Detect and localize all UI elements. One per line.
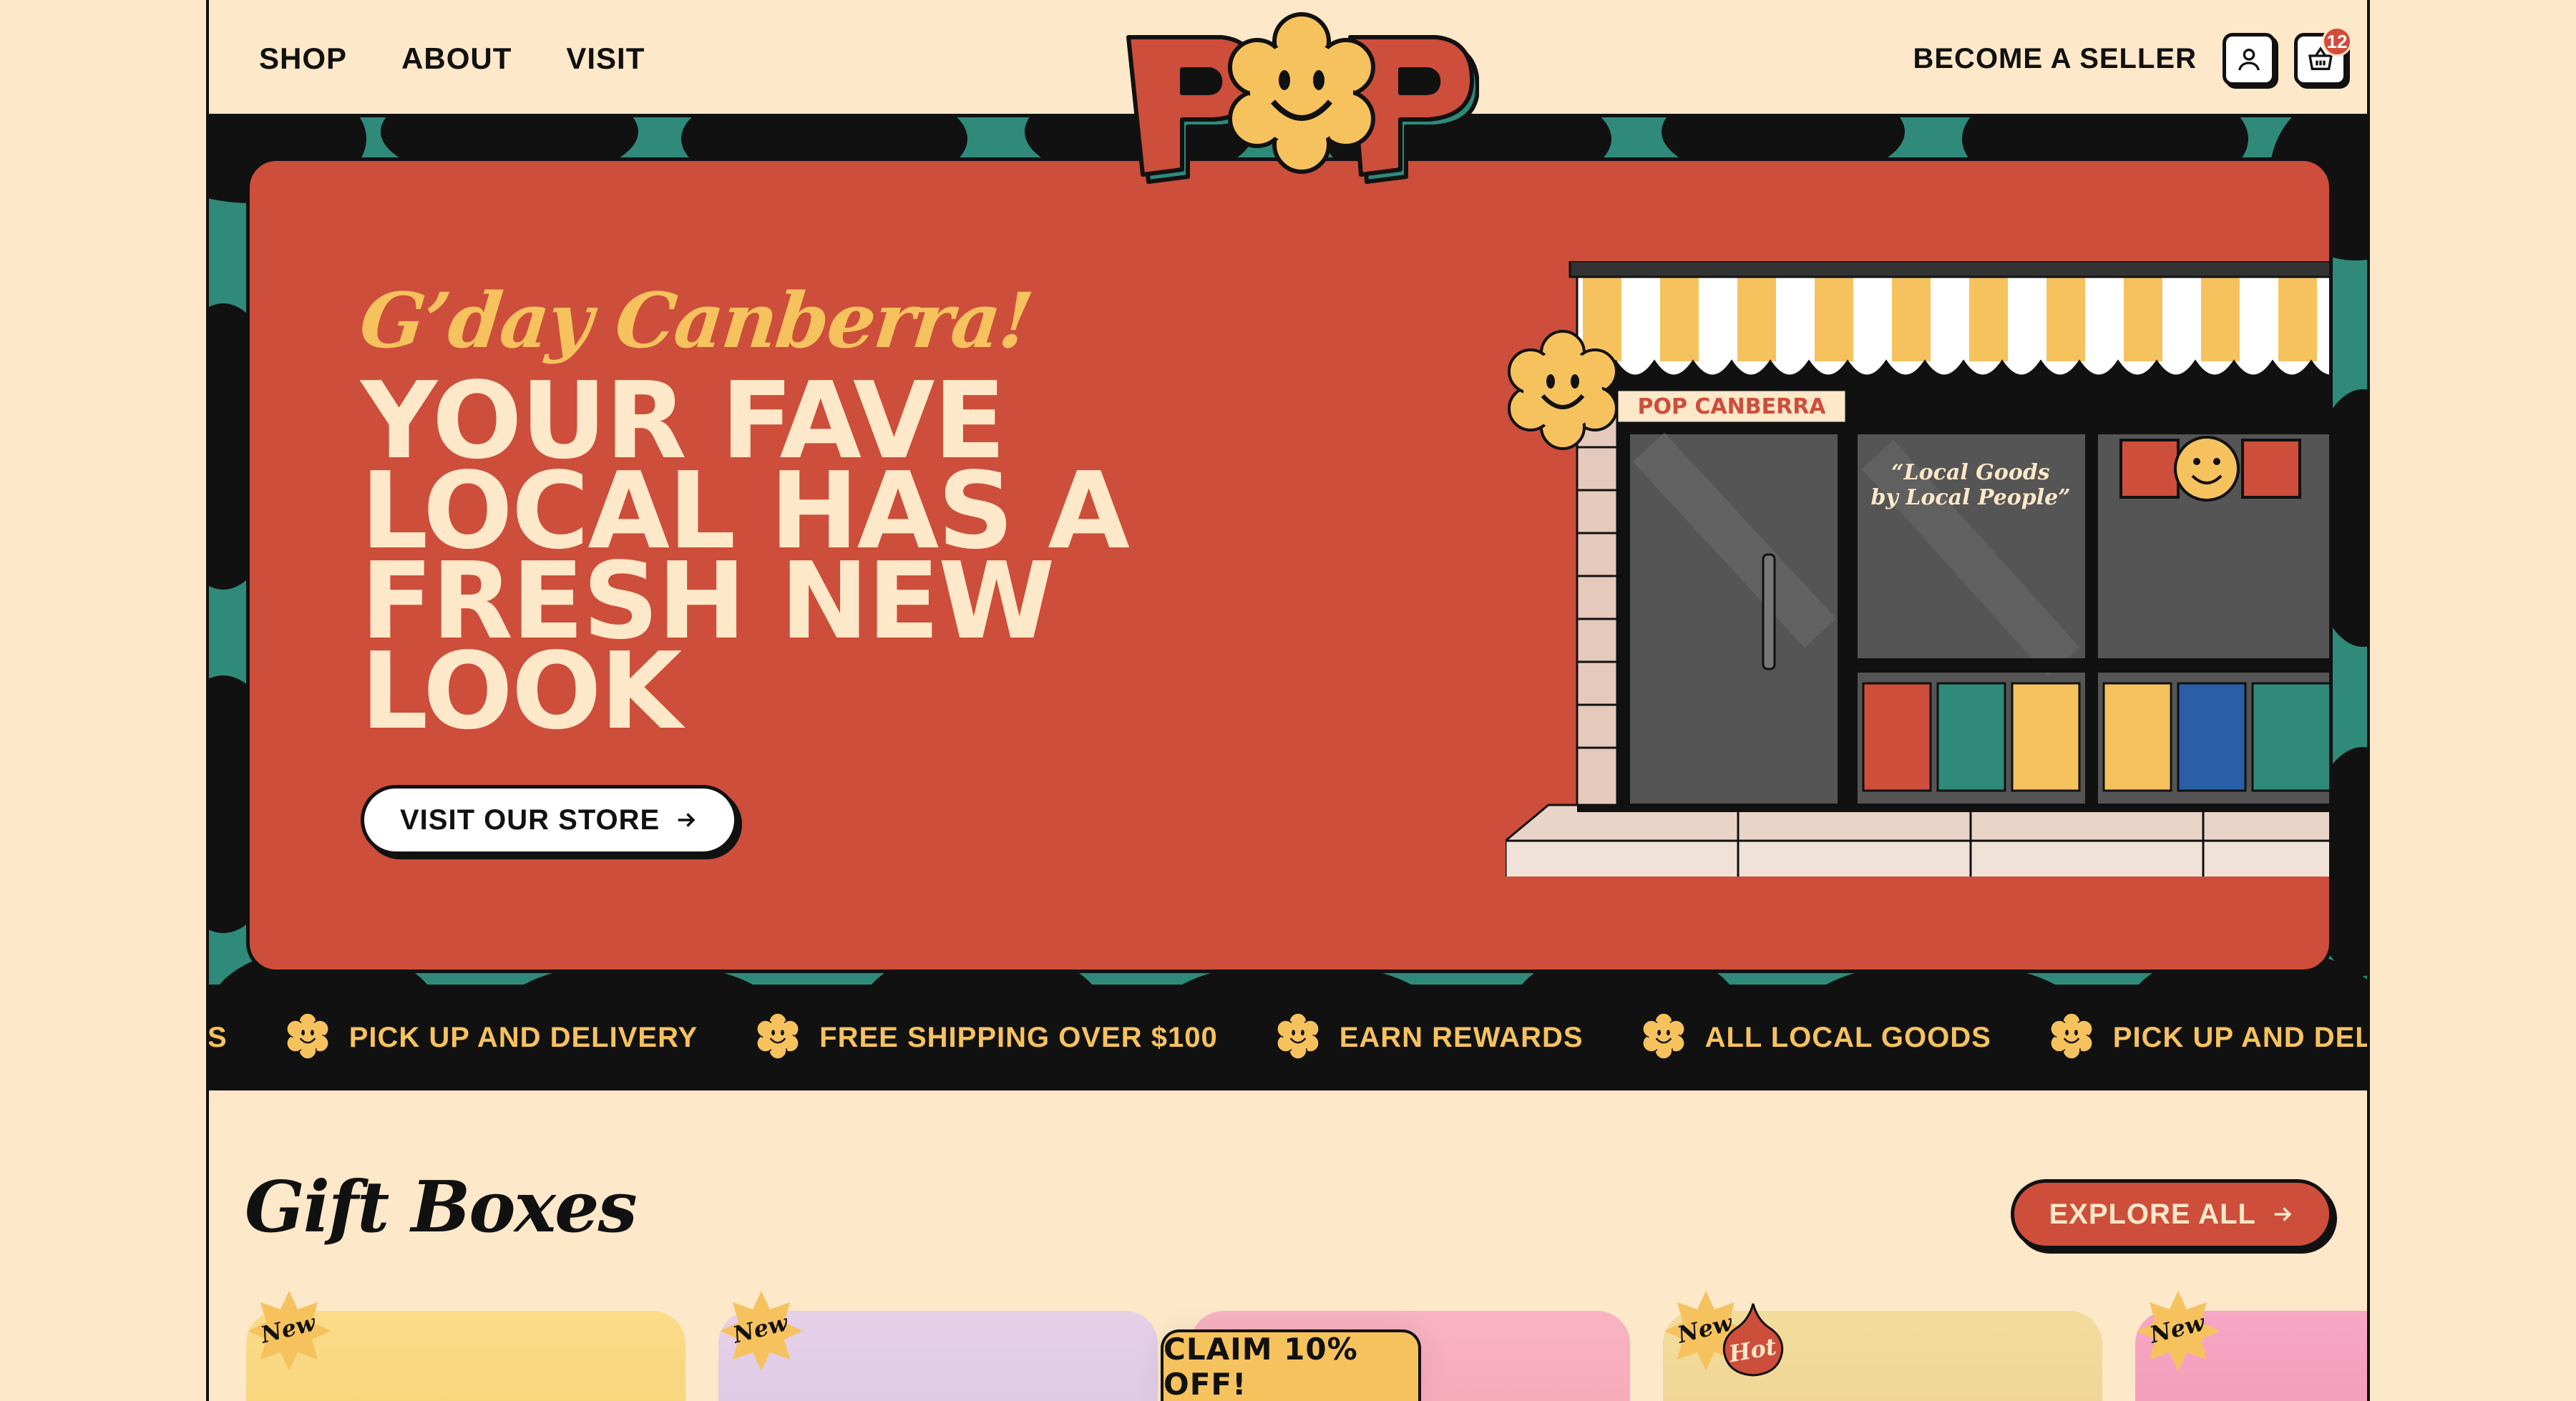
become-seller-link[interactable]: BECOME A SELLER [1913, 43, 2197, 75]
hero-card: G’day Canberra! YOUR FAVE LOCAL HAS A FR… [246, 157, 2333, 973]
smiley-icon [755, 1012, 801, 1063]
explore-all-label: EXPLORE ALL [2049, 1198, 2256, 1230]
window-logo [2119, 436, 2301, 502]
arrow-right-icon [2274, 1207, 2292, 1221]
claim-discount-button[interactable]: CLAIM 10% OFF! [1161, 1329, 1421, 1401]
account-button[interactable] [2223, 33, 2275, 86]
page-frame: SHOP ABOUT VISIT BECOME A SELLER 12 G’da… [206, 0, 2370, 1401]
new-badge: New [2135, 1288, 2221, 1374]
pop-logo[interactable] [1114, 9, 1479, 187]
main-nav: SHOP ABOUT VISIT [259, 42, 645, 76]
smiley-icon [1641, 1012, 1687, 1063]
store-sign: POP CANBERRA [1637, 394, 1826, 419]
ticker-item: PICK UP AND DELIVER [2049, 1012, 2370, 1063]
ticker-item: FREE SHIPPING OVER $100 [755, 1012, 1275, 1063]
ticker-item: EARN REWARDS [1275, 1012, 1641, 1063]
arrow-right-icon [678, 813, 696, 827]
hero-headline: YOUR FAVE LOCAL HAS A FRESH NEW LOOK [361, 368, 1291, 744]
cart-count-badge: 12 [2322, 26, 2352, 57]
ticker-track: ODS PICK UP AND DELIVERY FREE SHIPPING OVE… [208, 1012, 2370, 1063]
ticker-text: PICK UP AND DELIVER [2112, 1022, 2370, 1053]
smiley-icon [1275, 1012, 1321, 1063]
window-quote-2: by Local People” [1870, 485, 2070, 510]
hot-badge: Hot [1722, 1303, 1784, 1377]
window-quote-1: “Local Goods [1891, 460, 2050, 485]
smiley-icon [2049, 1012, 2094, 1063]
ticker-text: FREE SHIPPING OVER $100 [819, 1022, 1218, 1053]
hero-band: G’day Canberra! YOUR FAVE LOCAL HAS A FR… [209, 117, 2367, 1090]
visit-store-label: VISIT OUR STORE [400, 804, 660, 836]
ticker-text: ALL LOCAL GOODS [1704, 1022, 1991, 1053]
user-icon [2238, 49, 2260, 71]
ticker-item: ODS [208, 1022, 285, 1054]
ticker-item: ALL LOCAL GOODS [1641, 1012, 2049, 1063]
new-badge: New [718, 1288, 804, 1374]
nav-visit[interactable]: VISIT [566, 42, 645, 76]
visit-store-button[interactable]: VISIT OUR STORE [361, 785, 738, 855]
cart-button[interactable]: 12 [2294, 26, 2352, 86]
nav-shop[interactable]: SHOP [259, 42, 347, 76]
hero-greeting: G’day Canberra! [356, 275, 1036, 365]
ticker-text: EARN REWARDS [1339, 1022, 1584, 1053]
marquee-ticker: ODS PICK UP AND DELIVERY FREE SHIPPING OVE… [209, 985, 2367, 1090]
section-title: Gift Boxes [245, 1166, 638, 1249]
storefront-illustration: POP CANBERRA “Local Goods by Local Peopl… [1506, 261, 2329, 877]
nav-about[interactable]: ABOUT [401, 42, 512, 76]
explore-all-button[interactable]: EXPLORE ALL [2011, 1179, 2333, 1249]
ticker-text: ODS [208, 1022, 228, 1053]
smiley-icon [285, 1012, 331, 1063]
ticker-text: PICK UP AND DELIVERY [348, 1022, 698, 1053]
new-badge: New [246, 1288, 332, 1374]
ticker-item: PICK UP AND DELIVERY [285, 1012, 755, 1063]
